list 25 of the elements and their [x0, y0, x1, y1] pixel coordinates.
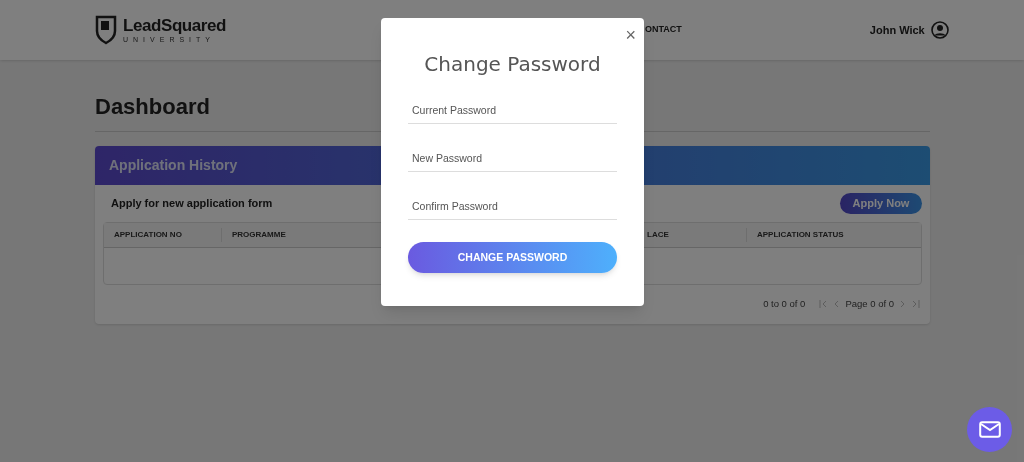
column-header[interactable]: LACE	[647, 228, 746, 242]
mail-icon	[978, 421, 1001, 438]
user-avatar-icon[interactable]	[930, 21, 949, 39]
pagination-summary: 0 to 0 of 0	[763, 297, 806, 311]
shield-logo-icon	[95, 15, 117, 45]
password-field[interactable]: Current Password	[408, 97, 617, 124]
change-password-button[interactable]: CHANGE PASSWORD	[408, 242, 617, 273]
previous-page-icon[interactable]	[834, 300, 840, 309]
card-subtitle: Apply for new application form	[111, 196, 273, 212]
column-header[interactable]: APPLICATION NO	[104, 228, 221, 242]
first-page-icon[interactable]	[819, 300, 829, 309]
card-title: Application History	[109, 156, 238, 175]
apply-now-button[interactable]: Apply Now	[840, 193, 922, 214]
logo-name: LeadSquared	[123, 17, 227, 34]
page-indicator: Page 0 of 0	[845, 297, 894, 311]
column-header[interactable]: APPLICATION STATUS	[746, 228, 921, 242]
next-page-icon[interactable]	[900, 300, 905, 309]
password-field[interactable]: New Password	[408, 145, 617, 172]
password-field[interactable]: Confirm Password	[408, 193, 617, 220]
close-button[interactable]: ×	[625, 26, 636, 44]
chat-button[interactable]	[967, 407, 1012, 452]
last-page-icon[interactable]	[911, 300, 920, 309]
user-name[interactable]: John Wick	[869, 21, 925, 39]
nav-link[interactable]: ONTACT	[645, 23, 682, 37]
dialog-title: Change Password	[423, 51, 602, 78]
